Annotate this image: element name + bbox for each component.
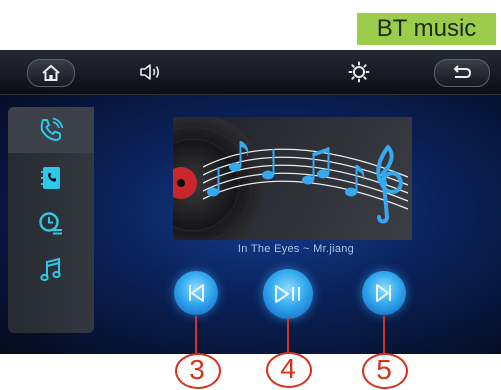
callout-leader-4 (287, 318, 289, 352)
sidebar-item-phone[interactable] (8, 107, 94, 153)
callout-leader-3 (195, 316, 197, 353)
previous-track-button[interactable] (174, 271, 218, 315)
previous-track-icon (189, 284, 204, 302)
callout-4: 4 (266, 352, 312, 388)
callout-5-number: 5 (376, 354, 392, 385)
album-art-graphic (173, 117, 409, 240)
back-button[interactable] (434, 59, 490, 87)
brightness-button[interactable] (346, 60, 372, 84)
play-pause-button[interactable] (263, 269, 313, 319)
call-history-icon (39, 212, 62, 235)
bluetooth-sidebar (8, 107, 94, 333)
sidebar-item-music[interactable] (8, 247, 94, 293)
phone-call-icon (40, 117, 64, 141)
music-panel: In The Eyes ~ Mr.jiang (0, 95, 501, 354)
callout-4-number: 4 (280, 353, 296, 384)
music-note-icon (40, 257, 61, 282)
album-art (173, 117, 412, 240)
bt-music-badge: BT music (357, 13, 496, 45)
sidebar-item-contacts[interactable] (8, 155, 94, 201)
next-track-button[interactable] (362, 271, 406, 315)
contacts-book-icon (41, 167, 60, 189)
home-button[interactable] (27, 59, 75, 87)
track-title: In The Eyes ~ Mr.jiang (237, 243, 355, 255)
sidebar-item-call-history[interactable] (8, 201, 94, 247)
play-pause-icon (275, 285, 300, 303)
callout-3: 3 (175, 353, 221, 389)
top-bar (0, 50, 501, 95)
callout-5: 5 (362, 353, 408, 389)
callout-3-number: 3 (189, 354, 205, 385)
next-track-icon (376, 284, 391, 302)
home-icon (42, 64, 60, 81)
volume-button[interactable] (138, 60, 164, 84)
brightness-icon (348, 61, 370, 83)
callout-leader-5 (383, 316, 385, 353)
head-unit-screen: In The Eyes ~ Mr.jiang (0, 50, 501, 354)
back-icon (453, 65, 472, 78)
speaker-icon (140, 64, 160, 80)
